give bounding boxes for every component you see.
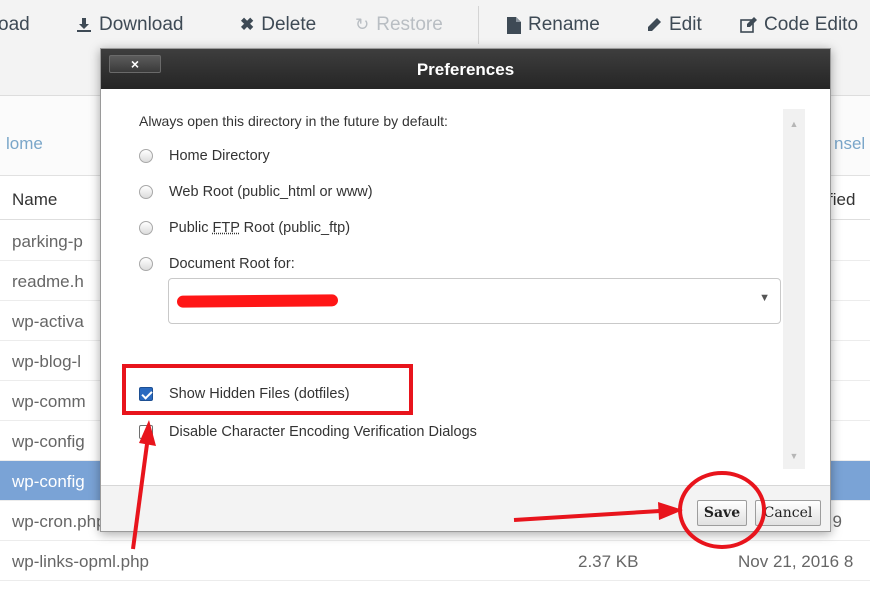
scroll-down-icon[interactable]: ▼ xyxy=(783,451,805,461)
toolbar-code-editor-button[interactable]: Code Edito xyxy=(740,10,858,40)
toolbar-edit-button[interactable]: Edit xyxy=(646,10,702,40)
document-root-select[interactable]: ▼ xyxy=(168,278,781,324)
redaction-mark xyxy=(176,294,339,308)
disable-encoding-verification-option[interactable]: Disable Character Encoding Verification … xyxy=(139,421,477,443)
column-header-name[interactable]: Name xyxy=(12,190,57,210)
checkbox-label: Show Hidden Files (dotfiles) xyxy=(169,386,350,402)
ftp-abbreviation: FTP xyxy=(212,220,240,236)
radio-button[interactable] xyxy=(139,185,153,199)
scroll-up-icon[interactable]: ▲ xyxy=(783,119,805,129)
disable-encoding-verification-checkbox[interactable] xyxy=(139,425,153,439)
radio-button[interactable] xyxy=(139,221,153,235)
file-size-cell: 2.37 KB xyxy=(578,552,639,571)
radio-button[interactable] xyxy=(139,149,153,163)
radio-button[interactable] xyxy=(139,257,153,271)
unselect-all-link[interactable]: nsel xyxy=(834,134,865,154)
radio-web-root[interactable]: Web Root (public_html or www) xyxy=(139,182,373,202)
toolbar-upload-label: oad xyxy=(0,14,30,35)
toolbar-upload-button[interactable]: oad xyxy=(0,10,30,40)
file-icon xyxy=(507,16,521,34)
toolbar-restore-label: Restore xyxy=(376,14,443,35)
radio-label: Web Root (public_html or www) xyxy=(169,184,373,200)
default-directory-label: Always open this directory in the future… xyxy=(139,113,448,129)
save-button[interactable]: Save xyxy=(697,500,747,526)
download-icon xyxy=(76,17,92,33)
pencil-icon xyxy=(646,17,662,33)
file-name-cell: wp-cron.php xyxy=(12,512,106,531)
table-row[interactable]: wp-links-opml.php 2.37 KB Nov 21, 2016 8 xyxy=(0,541,870,581)
file-name-cell: readme.h xyxy=(12,272,84,291)
toolbar-delete-label: Delete xyxy=(261,14,317,35)
radio-public-ftp-root[interactable]: Public FTP Root (public_ftp) xyxy=(139,218,350,238)
toolbar-rename-button[interactable]: Rename xyxy=(507,10,600,40)
home-link[interactable]: lome xyxy=(6,134,43,154)
file-name-cell: wp-comm xyxy=(12,392,86,411)
cancel-button[interactable]: Cancel xyxy=(755,500,821,526)
toolbar-download-button[interactable]: Download xyxy=(76,10,184,40)
restore-icon: ↻ xyxy=(355,15,370,34)
file-name-cell: wp-links-opml.php xyxy=(12,552,149,571)
file-name-cell: wp-config xyxy=(12,472,85,491)
radio-label-suffix: Root (public_ftp) xyxy=(239,220,351,236)
toolbar-edit-label: Edit xyxy=(669,14,702,35)
edit-box-icon xyxy=(740,17,757,33)
toolbar-restore-button[interactable]: ↻ Restore xyxy=(355,10,443,40)
column-header-modified[interactable]: fied xyxy=(828,190,855,210)
radio-document-root[interactable]: Document Root for: xyxy=(139,254,295,274)
toolbar-download-label: Download xyxy=(99,14,184,35)
dialog-title: Preferences xyxy=(416,60,515,79)
radio-label: Public FTP Root (public_ftp) xyxy=(169,220,350,236)
radio-home-directory[interactable]: Home Directory xyxy=(139,146,270,166)
toolbar-divider xyxy=(478,6,479,44)
show-hidden-files-checkbox[interactable] xyxy=(139,387,153,401)
show-hidden-files-option[interactable]: Show Hidden Files (dotfiles) xyxy=(139,383,350,405)
file-name-cell: wp-activa xyxy=(12,312,84,331)
dialog-scrollbar[interactable]: ▲ ▼ xyxy=(783,109,805,469)
dialog-header: × Preferences xyxy=(101,49,830,89)
toolbar-rename-label: Rename xyxy=(528,14,600,35)
toolbar-code-editor-label: Code Edito xyxy=(764,14,859,35)
file-date-cell: Nov 21, 2016 8 xyxy=(738,552,854,571)
preferences-dialog: × Preferences ▲ ▼ Always open this direc… xyxy=(100,48,831,532)
radio-label: Document Root for: xyxy=(169,256,295,272)
file-name-cell: parking-p xyxy=(12,232,83,251)
toolbar-delete-button[interactable]: ✖ Delete xyxy=(240,10,316,40)
chevron-down-icon: ▼ xyxy=(759,292,770,304)
x-icon: ✖ xyxy=(240,15,255,34)
radio-label-prefix: Public xyxy=(169,220,213,236)
checkbox-label: Disable Character Encoding Verification … xyxy=(169,424,477,440)
file-name-cell: wp-config xyxy=(12,432,85,451)
file-name-cell: wp-blog-l xyxy=(12,352,81,371)
dialog-footer: Save Cancel xyxy=(101,485,830,531)
radio-label: Home Directory xyxy=(169,148,270,164)
